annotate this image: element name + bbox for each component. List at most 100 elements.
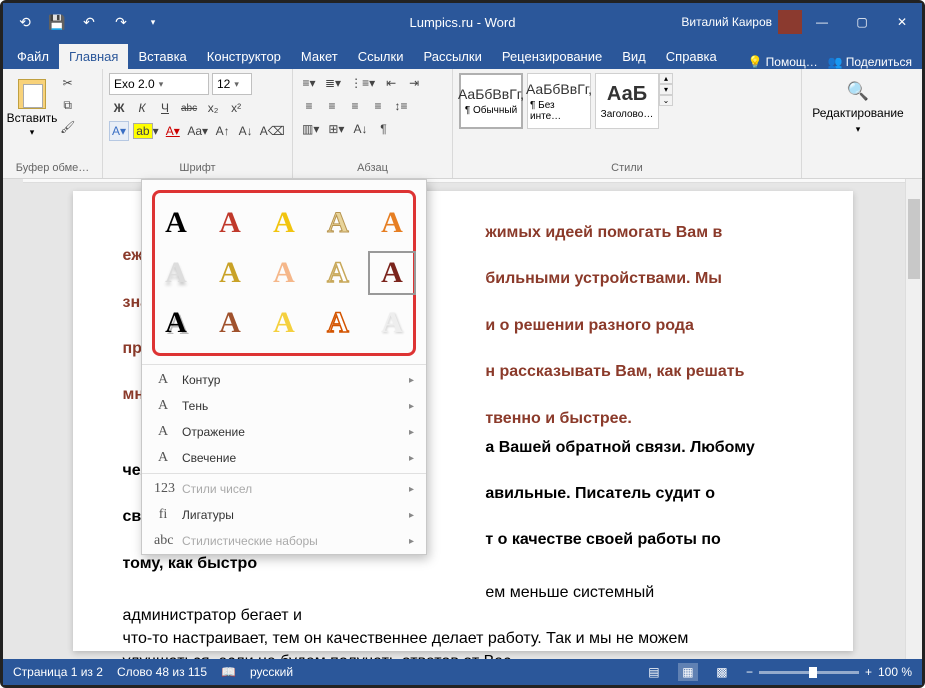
text-effects-button[interactable]: A▾ xyxy=(109,121,129,141)
line-spacing-button[interactable]: ↕≡ xyxy=(391,96,411,116)
fx-preset-2[interactable]: A xyxy=(206,201,254,245)
underline-button[interactable]: Ч xyxy=(155,98,175,118)
align-left-button[interactable]: ≡ xyxy=(299,96,319,116)
zoom-slider[interactable] xyxy=(759,671,859,674)
tab-layout[interactable]: Макет xyxy=(291,44,348,69)
change-case-button[interactable]: Aa▾ xyxy=(186,121,210,141)
fx-preset-7[interactable]: A xyxy=(206,251,254,295)
tab-file[interactable]: Файл xyxy=(7,44,59,69)
text-effects-gallery: A A A A A A A A A A A A A A A xyxy=(152,190,416,356)
status-page[interactable]: Страница 1 из 2 xyxy=(13,665,103,679)
fx-preset-3[interactable]: A xyxy=(260,201,308,245)
clear-format-button[interactable]: A⌫ xyxy=(259,121,286,141)
superscript-button[interactable]: x² xyxy=(226,98,246,118)
subscript-button[interactable]: x₂ xyxy=(203,98,223,118)
tab-view[interactable]: Вид xyxy=(612,44,656,69)
zoom-slider-knob[interactable] xyxy=(809,667,817,678)
paste-button[interactable]: Вставить ▾ xyxy=(9,73,55,143)
tab-mailings[interactable]: Рассылки xyxy=(413,44,491,69)
align-center-button[interactable]: ≡ xyxy=(322,96,342,116)
decrease-indent-button[interactable]: ⇤ xyxy=(381,73,401,93)
font-name-combo[interactable]: Exo 2.0 xyxy=(109,73,209,95)
status-words[interactable]: Слово 48 из 115 xyxy=(117,665,207,679)
fx-ligatures[interactable]: fiЛигатуры▸ xyxy=(142,502,426,528)
maximize-button[interactable]: ▢ xyxy=(842,3,882,41)
view-print-layout[interactable]: ▦ xyxy=(678,663,698,681)
font-size-combo[interactable]: 12 xyxy=(212,73,252,95)
italic-button[interactable]: К xyxy=(132,98,152,118)
zoom-out-button[interactable]: − xyxy=(746,665,753,679)
vertical-scrollbar[interactable] xyxy=(905,179,922,659)
shading-button[interactable]: ▥▾ xyxy=(299,119,322,139)
shrink-font-button[interactable]: A↓ xyxy=(236,121,256,141)
view-read-mode[interactable]: ▤ xyxy=(644,663,664,681)
close-button[interactable]: ✕ xyxy=(882,3,922,41)
tell-me[interactable]: 💡 Помощ… xyxy=(748,55,818,69)
fx-reflection[interactable]: AОтражение▸ xyxy=(142,419,426,445)
multilevel-button[interactable]: ⋮≡▾ xyxy=(347,73,378,93)
status-proofing-icon[interactable]: 📖 xyxy=(221,665,236,679)
sort-button[interactable]: A↓ xyxy=(350,119,370,139)
fx-outline[interactable]: AКонтур▸ xyxy=(142,367,426,393)
tab-references[interactable]: Ссылки xyxy=(348,44,414,69)
strike-button[interactable]: abc xyxy=(178,98,200,118)
fx-shadow[interactable]: AТень▸ xyxy=(142,393,426,419)
increase-indent-button[interactable]: ⇥ xyxy=(404,73,424,93)
fx-preset-4[interactable]: A xyxy=(314,201,362,245)
fx-preset-8[interactable]: A xyxy=(260,251,308,295)
minimize-button[interactable]: — xyxy=(802,3,842,41)
align-right-button[interactable]: ≡ xyxy=(345,96,365,116)
window-controls: — ▢ ✕ xyxy=(802,3,922,41)
tab-help[interactable]: Справка xyxy=(656,44,727,69)
user-account[interactable]: Виталий Каиров xyxy=(681,10,802,34)
tab-home[interactable]: Главная xyxy=(59,44,128,69)
share-button[interactable]: 👥 Поделиться xyxy=(828,55,912,69)
format-painter-button[interactable]: 🖌 xyxy=(57,117,78,137)
fx-preset-1[interactable]: A xyxy=(152,201,200,245)
qat-customize-icon[interactable]: ▾ xyxy=(141,10,165,34)
editing-button[interactable]: 🔍 Редактирование ▾ xyxy=(808,73,908,143)
font-color-button[interactable]: A▾ xyxy=(163,121,183,141)
tab-review[interactable]: Рецензирование xyxy=(492,44,612,69)
fx-preset-9[interactable]: A xyxy=(314,251,362,295)
fx-preset-15[interactable]: A xyxy=(368,301,416,345)
fx-glow[interactable]: AСвечение▸ xyxy=(142,445,426,471)
copy-button[interactable]: ⧉ xyxy=(57,95,78,115)
style-normal[interactable]: АаБбВвГг, ¶ Обычный xyxy=(459,73,523,129)
zoom-value[interactable]: 100 % xyxy=(878,665,912,679)
styles-more-icon[interactable]: ⌄ xyxy=(659,95,673,106)
scrollbar-thumb[interactable] xyxy=(908,199,920,279)
styles-gallery-nav: ▴ ▾ ⌄ xyxy=(659,73,673,106)
style-heading1[interactable]: АаБ Заголово… xyxy=(595,73,659,129)
tab-insert[interactable]: Вставка xyxy=(128,44,196,69)
grow-font-button[interactable]: A↑ xyxy=(213,121,233,141)
fx-preset-10[interactable]: A xyxy=(368,251,416,295)
show-marks-button[interactable]: ¶ xyxy=(373,119,393,139)
highlight-button[interactable]: ab▾ xyxy=(132,121,160,141)
fx-preset-11[interactable]: A xyxy=(152,301,200,345)
styles-down-icon[interactable]: ▾ xyxy=(659,84,673,95)
group-clipboard: Вставить ▾ ✂ ⧉ 🖌 Буфер обме… xyxy=(3,69,103,178)
zoom-in-button[interactable]: + xyxy=(865,665,872,679)
autosave-icon[interactable]: ⟲ xyxy=(13,10,37,34)
fx-preset-5[interactable]: A xyxy=(368,201,416,245)
tab-design[interactable]: Конструктор xyxy=(197,44,291,69)
style-no-spacing[interactable]: АаБбВвГг, ¶ Без инте… xyxy=(527,73,591,129)
redo-icon[interactable]: ↷ xyxy=(109,10,133,34)
fx-preset-6[interactable]: A xyxy=(152,251,200,295)
view-web-layout[interactable]: ▩ xyxy=(712,663,732,681)
borders-button[interactable]: ⊞▾ xyxy=(325,119,347,139)
save-icon[interactable]: 💾 xyxy=(45,10,69,34)
justify-button[interactable]: ≡ xyxy=(368,96,388,116)
fx-preset-14[interactable]: A xyxy=(314,301,362,345)
styles-up-icon[interactable]: ▴ xyxy=(659,73,673,84)
numbering-button[interactable]: ≣▾ xyxy=(322,73,344,93)
fx-preset-13[interactable]: A xyxy=(260,301,308,345)
status-language[interactable]: русский xyxy=(250,665,293,679)
clipboard-group-label: Буфер обме… xyxy=(9,160,96,176)
bold-button[interactable]: Ж xyxy=(109,98,129,118)
undo-icon[interactable]: ↶ xyxy=(77,10,101,34)
cut-button[interactable]: ✂ xyxy=(57,73,78,93)
bullets-button[interactable]: ≡▾ xyxy=(299,73,319,93)
fx-preset-12[interactable]: A xyxy=(206,301,254,345)
